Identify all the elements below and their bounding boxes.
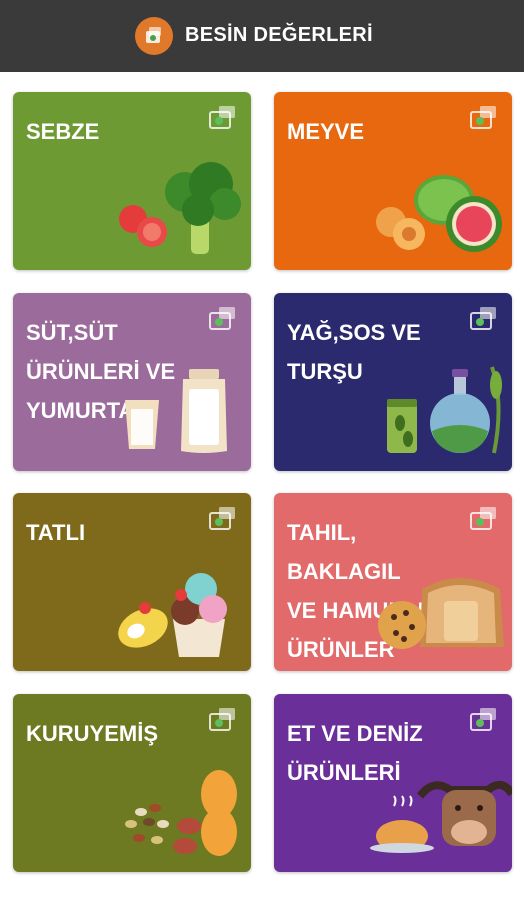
app-logo-icon (135, 17, 173, 55)
scale-icon (209, 708, 235, 731)
category-card-kuruyemis[interactable]: KURUYEMİŞ (13, 694, 251, 872)
category-card-tahil[interactable]: TAHIL, BAKLAGIL VE HAMURLU ÜRÜNLER (274, 493, 512, 671)
scale-icon (209, 307, 235, 330)
scale-icon (209, 507, 235, 530)
category-card-sut[interactable]: SÜT,SÜT ÜRÜNLERİ VE YUMURTA (13, 293, 251, 471)
category-label: SÜT,SÜT ÜRÜNLERİ VE YUMURTA (26, 320, 176, 423)
scale-icon (470, 507, 496, 530)
category-card-et[interactable]: ET VE DENİZ ÜRÜNLERİ (274, 694, 512, 872)
category-label: SEBZE (26, 119, 100, 144)
scale-icon (470, 106, 496, 129)
category-card-sebze[interactable]: SEBZE (13, 92, 251, 270)
scale-icon (470, 708, 496, 731)
app-title: BESİN DEĞERLERİ (185, 24, 373, 46)
category-label: KURUYEMİŞ (26, 721, 159, 746)
category-card-tatli[interactable]: TATLI (13, 493, 251, 671)
app-bar: BESİN DEĞERLERİ (0, 0, 524, 72)
scale-icon (209, 106, 235, 129)
category-label: TAHIL, BAKLAGIL VE HAMURLU ÜRÜNLER (287, 520, 434, 662)
category-label: MEYVE (287, 119, 365, 144)
category-label: ET VE DENİZ ÜRÜNLERİ (287, 721, 423, 785)
category-card-meyve[interactable]: MEYVE (274, 92, 512, 270)
scale-icon (470, 307, 496, 330)
category-card-yag[interactable]: YAĞ,SOS VE TURŞU (274, 293, 512, 471)
category-label: YAĞ,SOS VE TURŞU (287, 320, 421, 384)
category-label: TATLI (26, 520, 86, 545)
